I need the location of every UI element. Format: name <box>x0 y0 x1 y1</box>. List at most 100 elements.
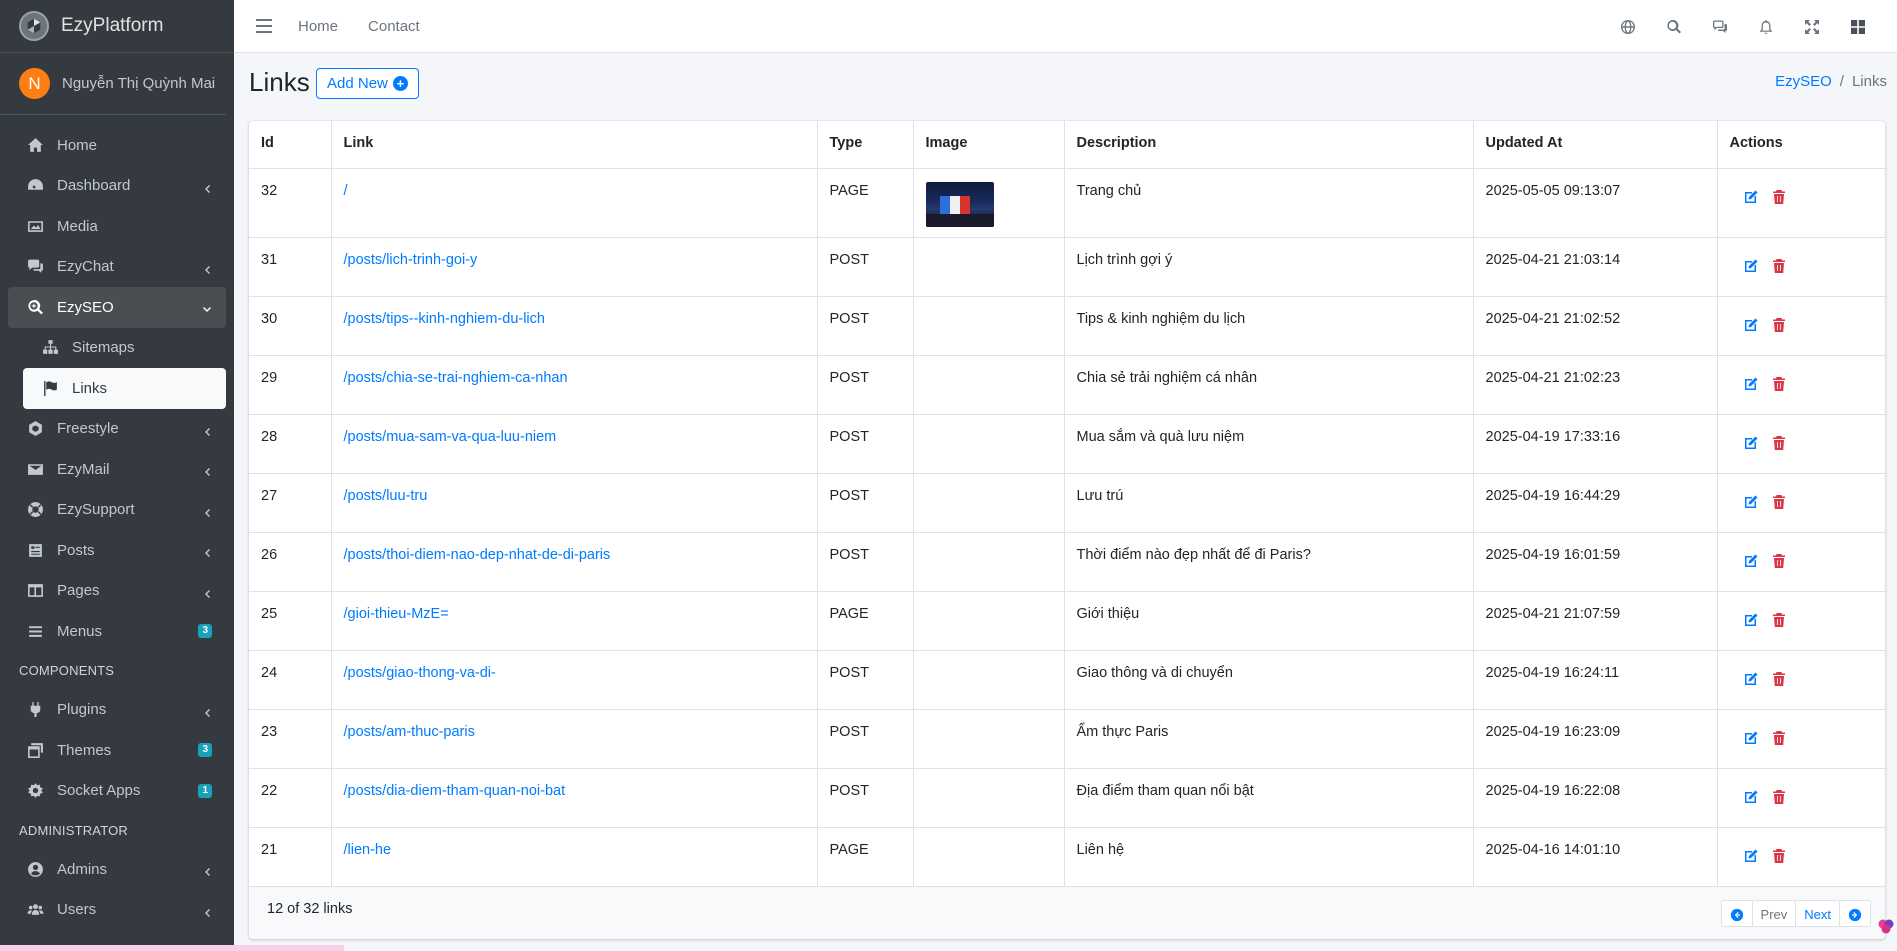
edit-icon[interactable] <box>1743 730 1759 750</box>
link-url[interactable]: /posts/chia-se-trai-nghiem-ca-nhan <box>344 370 568 386</box>
link-url[interactable]: /posts/mua-sam-va-qua-luu-niem <box>344 429 557 445</box>
prev-button[interactable]: Prev <box>1751 901 1796 926</box>
sidebar: EzyPlatform N Nguyễn Thị Quỳnh Mai Home … <box>0 0 234 951</box>
delete-icon[interactable] <box>1771 671 1787 691</box>
hamburger-menu-icon[interactable] <box>256 19 272 33</box>
sidebar-item-sitemaps[interactable]: Sitemaps <box>23 328 226 369</box>
next-button[interactable]: Next <box>1795 901 1839 926</box>
link-url[interactable]: /lien-he <box>344 842 392 858</box>
link-url[interactable]: /posts/tips--kinh-nghiem-du-lich <box>344 311 545 327</box>
sidebar-item-posts[interactable]: Posts <box>8 530 226 571</box>
sidebar-item-label: Themes <box>57 741 112 759</box>
sidebar-item-ezymail[interactable]: EzyMail <box>8 449 226 490</box>
delete-icon[interactable] <box>1771 848 1787 868</box>
fullscreen-icon[interactable] <box>1789 0 1835 53</box>
link-url[interactable]: /posts/giao-thong-va-di- <box>344 665 496 681</box>
search-icon[interactable] <box>1651 0 1697 53</box>
link-url[interactable]: /posts/thoi-diem-nao-dep-nhat-de-di-pari… <box>344 547 611 563</box>
edit-icon[interactable] <box>1743 612 1759 632</box>
brand-link[interactable]: EzyPlatform <box>0 0 234 53</box>
sidebar-item-ezychat[interactable]: EzyChat <box>8 247 226 288</box>
sidebar-item-label: Posts <box>57 541 95 559</box>
user-panel[interactable]: N Nguyễn Thị Quỳnh Mai <box>0 53 226 115</box>
sidebar-item-plugins[interactable]: Plugins <box>8 690 226 731</box>
sidebar-item-links[interactable]: Links <box>23 368 226 409</box>
messages-icon[interactable] <box>1697 0 1743 53</box>
delete-icon[interactable] <box>1771 730 1787 750</box>
cell-actions <box>1716 590 1885 651</box>
globe-icon[interactable] <box>1605 0 1651 53</box>
delete-icon[interactable] <box>1771 435 1787 455</box>
cell-type: POST <box>816 472 914 533</box>
link-url[interactable]: / <box>344 183 348 199</box>
nav-link-contact[interactable]: Contact <box>368 18 420 35</box>
delete-icon[interactable] <box>1771 376 1787 396</box>
table-row: 23/posts/am-thuc-paris POST Ẩm thực Paris 2… <box>249 708 1885 769</box>
delete-icon[interactable] <box>1771 189 1787 209</box>
sidebar-item-label: EzyChat <box>57 258 114 276</box>
delete-icon[interactable] <box>1771 317 1787 337</box>
delete-icon[interactable] <box>1771 258 1787 278</box>
sidebar-item-users[interactable]: Users <box>8 890 226 931</box>
next-arrow-button[interactable] <box>1839 901 1870 926</box>
delete-icon[interactable] <box>1771 553 1787 573</box>
bell-icon[interactable] <box>1743 0 1789 53</box>
sidebar-item-label: Home <box>57 136 98 154</box>
links-table: Id Link Type Image Description Updated A… <box>249 121 1885 887</box>
cell-actions <box>1716 413 1885 474</box>
sidebar-item-freestyle[interactable]: Freestyle <box>8 409 226 450</box>
cell-image <box>912 167 1065 238</box>
sidebar-item-ezysupport[interactable]: EzySupport <box>8 490 226 531</box>
sidebar-item-media[interactable]: Media <box>8 206 226 247</box>
link-url[interactable]: /posts/am-thuc-paris <box>344 724 475 740</box>
table-row: 29/posts/chia-se-trai-nghiem-ca-nhan POST… <box>249 354 1885 415</box>
cell-link: /posts/tips--kinh-nghiem-du-lich <box>330 295 818 356</box>
edit-icon[interactable] <box>1743 553 1759 573</box>
floating-assistant-icon[interactable] <box>1877 917 1895 935</box>
edit-icon[interactable] <box>1743 494 1759 514</box>
cell-link: / <box>330 167 818 238</box>
sidebar-item-pages[interactable]: Pages <box>8 571 226 612</box>
link-url[interactable]: /gioi-thieu-MzE= <box>344 606 449 622</box>
link-url[interactable]: /posts/luu-tru <box>344 488 428 504</box>
delete-icon[interactable] <box>1771 494 1787 514</box>
edit-icon[interactable] <box>1743 848 1759 868</box>
cell-id: 27 <box>249 472 332 533</box>
edit-icon[interactable] <box>1743 376 1759 396</box>
sidebar-item-menus[interactable]: Menus 3 <box>8 611 226 652</box>
delete-icon[interactable] <box>1771 789 1787 809</box>
breadcrumb-separator: / <box>1839 73 1844 90</box>
breadcrumb-link-ezyseo[interactable]: EzySEO <box>1775 73 1832 90</box>
sidebar-item-home[interactable]: Home <box>8 125 226 166</box>
apps-grid-icon[interactable] <box>1835 0 1881 53</box>
edit-icon[interactable] <box>1743 317 1759 337</box>
sidebar-item-socket-apps[interactable]: Socket Apps 1 <box>8 771 226 812</box>
cell-link: /posts/giao-thong-va-di- <box>330 649 818 710</box>
cell-image <box>912 354 1065 415</box>
edit-icon[interactable] <box>1743 671 1759 691</box>
edit-icon[interactable] <box>1743 189 1759 209</box>
add-new-button[interactable]: Add New + <box>316 68 419 99</box>
link-url[interactable]: /posts/dia-diem-tham-quan-noi-bat <box>344 783 566 799</box>
column-header: Actions <box>1716 121 1885 169</box>
chevron-left-icon <box>202 905 212 917</box>
sidebar-item-ezyseo[interactable]: EzySEO <box>8 287 226 328</box>
sidebar-item-label: EzySupport <box>57 501 135 519</box>
cell-updated-at: 2025-04-19 16:01:59 <box>1472 531 1718 592</box>
sidebar-item-label: Menus <box>57 622 103 640</box>
sidebar-item-dashboard[interactable]: Dashboard <box>8 166 226 207</box>
chevron-down-icon <box>202 302 212 313</box>
menu-icon <box>25 621 45 641</box>
edit-icon[interactable] <box>1743 435 1759 455</box>
edit-icon[interactable] <box>1743 258 1759 278</box>
cell-type: POST <box>816 649 914 710</box>
cell-link: /posts/lich-trinh-goi-y <box>330 236 818 297</box>
link-url[interactable]: /posts/lich-trinh-goi-y <box>344 252 478 268</box>
sidebar-item-themes[interactable]: Themes 3 <box>8 730 226 771</box>
edit-icon[interactable] <box>1743 789 1759 809</box>
delete-icon[interactable] <box>1771 612 1787 632</box>
prev-arrow-button[interactable] <box>1721 901 1752 926</box>
nav-link-home[interactable]: Home <box>298 18 338 35</box>
sidebar-item-admins[interactable]: Admins <box>8 849 226 890</box>
flag-icon <box>40 378 60 398</box>
